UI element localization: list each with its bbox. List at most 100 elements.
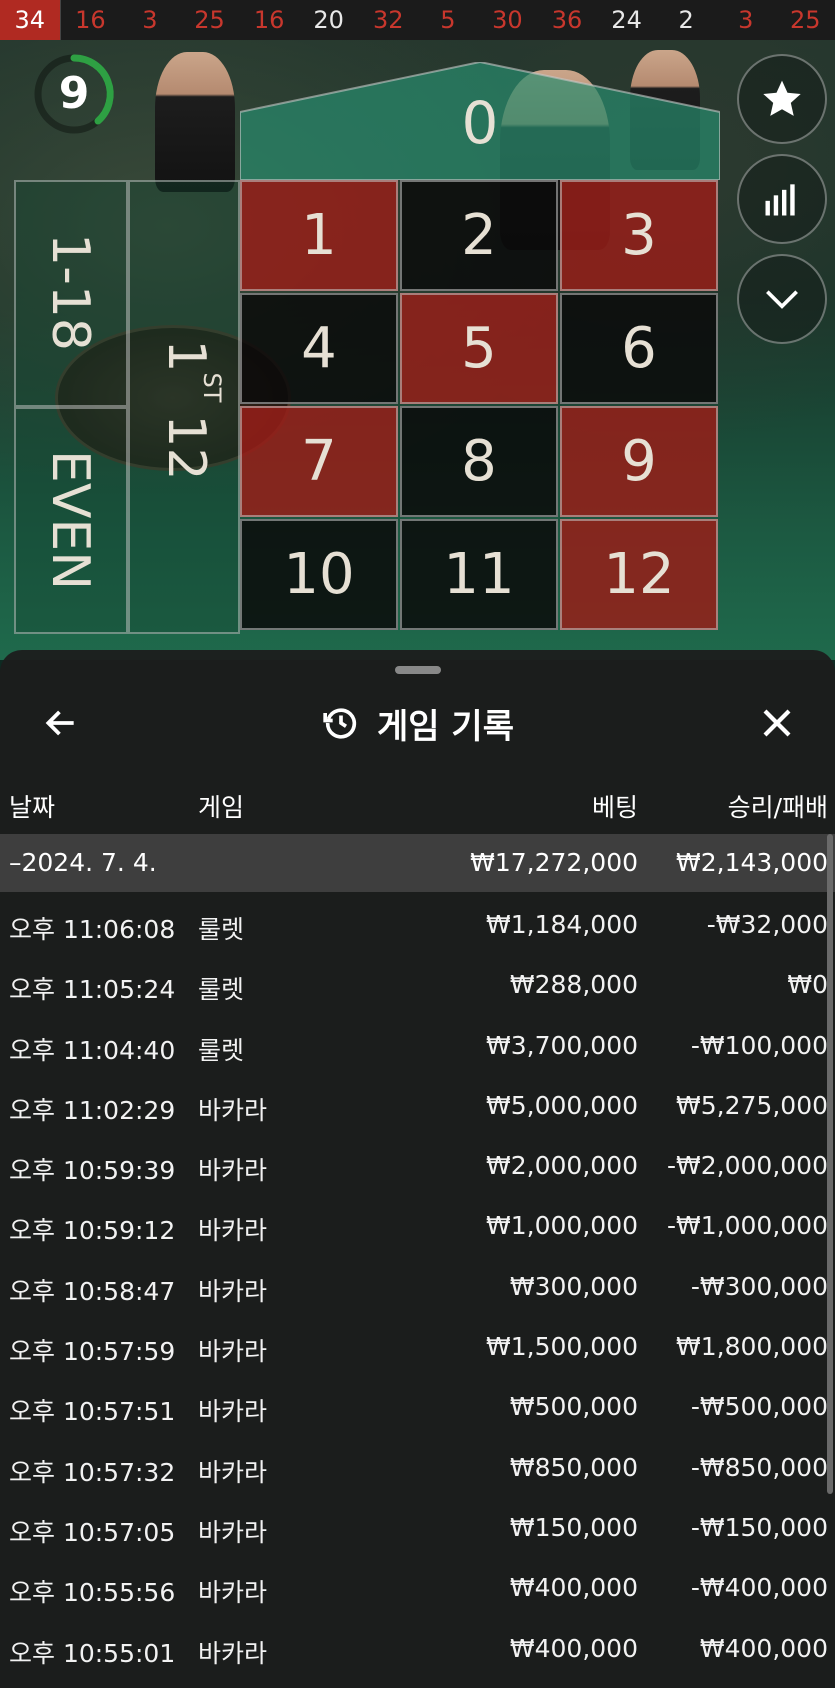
recent-result: 25 bbox=[790, 6, 821, 34]
history-row[interactable]: 오후 10:57:32 바카라 ₩850,000 -₩850,000 bbox=[0, 1439, 835, 1499]
row-result: -₩32,000 bbox=[706, 910, 828, 939]
history-row[interactable]: 오후 11:02:29 바카라 ₩5,000,000 ₩5,275,000 bbox=[0, 1077, 835, 1137]
summary-date: –2024. 7. 4. bbox=[9, 848, 157, 877]
history-row[interactable]: 오후 10:57:59 바카라 ₩1,500,000 ₩1,800,000 bbox=[0, 1318, 835, 1378]
row-result: -₩400,000 bbox=[690, 1573, 828, 1603]
row-time: 오후 10:55:56 bbox=[9, 1578, 176, 1608]
favorite-button[interactable] bbox=[737, 54, 827, 144]
col-header-date: 날짜 bbox=[9, 793, 56, 822]
bet-zero[interactable]: 0 bbox=[240, 78, 720, 168]
row-game: 룰렛 bbox=[198, 1035, 245, 1065]
recent-result: 25 bbox=[194, 6, 225, 34]
row-bet: ₩1,500,000 bbox=[486, 1332, 638, 1362]
recent-result: 16 bbox=[75, 6, 106, 34]
row-time: 오후 10:57:51 bbox=[9, 1397, 176, 1427]
row-result: -₩300,000 bbox=[690, 1271, 828, 1301]
history-row[interactable]: 오후 11:06:08 룰렛 ₩1,184,000 -₩32,000 bbox=[0, 896, 835, 956]
panel-title: 게임 기록 bbox=[377, 706, 514, 747]
row-game: 바카라 bbox=[198, 1337, 268, 1367]
date-summary-row[interactable]: –2024. 7. 4. ₩17,272,000 ₩2,143,000 bbox=[0, 834, 835, 892]
row-time: 오후 11:06:08 bbox=[9, 915, 176, 944]
chevron-down-icon bbox=[766, 290, 798, 309]
row-game: 바카라 bbox=[198, 1216, 268, 1246]
row-bet: ₩2,000,000 bbox=[486, 1151, 638, 1181]
row-bet: ₩500,000 bbox=[509, 1392, 638, 1422]
row-game: 바카라 bbox=[198, 1517, 268, 1547]
row-result: ₩5,275,000 bbox=[676, 1090, 828, 1120]
col-header-result: 승리/패배 bbox=[727, 793, 828, 822]
recent-result: 24 bbox=[611, 6, 642, 34]
panel-header: 게임 기록 bbox=[0, 688, 835, 758]
bet-number-cell[interactable]: 11 bbox=[400, 519, 558, 630]
row-bet: ₩288,000 bbox=[509, 970, 638, 1000]
bet-number-cell[interactable]: 8 bbox=[400, 406, 558, 517]
bet-number-cell[interactable]: 3 bbox=[560, 180, 718, 291]
close-button[interactable] bbox=[752, 698, 802, 748]
history-row[interactable]: 오후 11:05:24 룰렛 ₩288,000 ₩0 bbox=[0, 956, 835, 1016]
history-row[interactable]: 오후 10:57:05 바카라 ₩150,000 -₩150,000 bbox=[0, 1499, 835, 1559]
history-row[interactable]: 오후 10:55:56 바카라 ₩400,000 -₩400,000 bbox=[0, 1559, 835, 1619]
history-row[interactable]: 오후 10:55:01 바카라 ₩400,000 ₩400,000 bbox=[0, 1620, 835, 1680]
row-time: 오후 11:05:24 bbox=[9, 975, 176, 1005]
latest-result: 34 bbox=[0, 0, 61, 40]
row-time: 오후 10:55:01 bbox=[9, 1638, 176, 1668]
history-row[interactable]: 오후 10:58:47 바카라 ₩300,000 -₩300,000 bbox=[0, 1258, 835, 1318]
history-column-headers: 날짜 게임 베팅 승리/패배 bbox=[0, 774, 835, 830]
history-rows: 오후 11:06:08 룰렛 ₩1,184,000 -₩32,000 오후 11:05:… bbox=[0, 896, 835, 1680]
recent-result: 16 bbox=[253, 6, 285, 34]
row-time: 오후 11:04:40 bbox=[9, 1035, 176, 1065]
recent-result: 5 bbox=[440, 6, 456, 34]
history-row[interactable]: 오후 10:57:51 바카라 ₩500,000 -₩500,000 bbox=[0, 1378, 835, 1438]
bet-number-cell[interactable]: 9 bbox=[560, 406, 718, 517]
history-row[interactable]: 오후 10:59:12 바카라 ₩1,000,000 -₩1,000,000 bbox=[0, 1197, 835, 1257]
row-time: 오후 10:59:12 bbox=[9, 1216, 176, 1246]
row-time: 오후 10:58:47 bbox=[9, 1276, 176, 1306]
row-game: 바카라 bbox=[198, 1156, 268, 1186]
drag-handle[interactable] bbox=[395, 666, 441, 674]
row-game: 룰렛 bbox=[198, 915, 245, 944]
col-header-bet: 베팅 bbox=[591, 793, 638, 822]
row-bet: ₩850,000 bbox=[509, 1452, 638, 1482]
row-result: -₩850,000 bbox=[690, 1452, 828, 1482]
scrollbar[interactable] bbox=[827, 834, 833, 1494]
bet-number-cell[interactable]: 10 bbox=[240, 519, 398, 630]
dozen-suffix: ST bbox=[198, 372, 226, 403]
recent-result: 2 bbox=[678, 6, 694, 34]
dozen-number: 1 bbox=[156, 339, 216, 373]
row-bet: ₩3,700,000 bbox=[486, 1030, 638, 1060]
row-game: 바카라 bbox=[198, 1276, 268, 1306]
row-bet: ₩300,000 bbox=[509, 1271, 638, 1301]
statistics-button[interactable] bbox=[737, 154, 827, 244]
recent-result: 32 bbox=[372, 6, 404, 34]
bet-number-cell[interactable]: 5 bbox=[400, 293, 558, 404]
row-game: 바카라 bbox=[198, 1457, 268, 1487]
bet-first-dozen-label: 1 ST 12 bbox=[106, 339, 266, 481]
row-game: 바카라 bbox=[198, 1578, 268, 1608]
row-result: ₩1,800,000 bbox=[676, 1332, 828, 1362]
history-row[interactable]: 오후 10:59:39 바카라 ₩2,000,000 -₩2,000,000 bbox=[0, 1137, 835, 1197]
history-row[interactable]: 오후 11:04:40 룰렛 ₩3,700,000 -₩100,000 bbox=[0, 1017, 835, 1077]
row-time: 오후 10:59:39 bbox=[9, 1156, 176, 1186]
bet-number-cell[interactable]: 6 bbox=[560, 293, 718, 404]
bet-low-label: 1-18 bbox=[40, 232, 100, 351]
row-time: 오후 10:57:05 bbox=[9, 1517, 176, 1547]
row-game: 바카라 bbox=[198, 1397, 268, 1427]
bet-number-cell[interactable]: 12 bbox=[560, 519, 718, 630]
bet-number-cell[interactable]: 1 bbox=[240, 180, 398, 291]
bet-number-cell[interactable]: 2 bbox=[400, 180, 558, 291]
timer-value: 9 bbox=[58, 68, 90, 119]
row-result: ₩0 bbox=[787, 970, 828, 1000]
countdown-timer: 9 bbox=[32, 52, 116, 136]
row-game: 바카라 bbox=[198, 1095, 268, 1125]
dozen-12: 12 bbox=[156, 414, 216, 481]
row-result: ₩400,000 bbox=[699, 1633, 828, 1663]
row-result: -₩100,000 bbox=[690, 1030, 828, 1060]
row-result: -₩2,000,000 bbox=[667, 1151, 828, 1181]
collapse-button[interactable] bbox=[737, 254, 827, 344]
recent-result: 20 bbox=[313, 6, 344, 34]
recent-result: 30 bbox=[492, 6, 523, 34]
recent-result: 36 bbox=[551, 6, 583, 34]
recent-result: 3 bbox=[142, 6, 158, 34]
summary-result: ₩2,143,000 bbox=[676, 848, 828, 877]
row-bet: ₩1,184,000 bbox=[486, 910, 638, 939]
